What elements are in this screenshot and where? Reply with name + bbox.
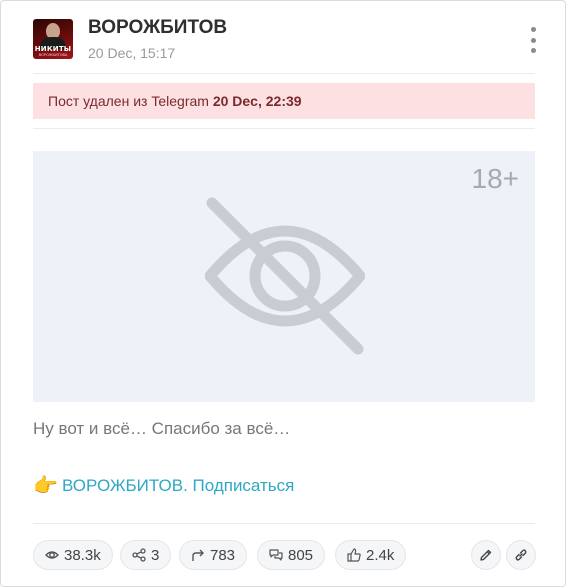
pointing-hand-icon: 👉 [33,475,58,497]
chain-link-icon [515,549,527,561]
subscribe-link[interactable]: 👉 ВОРОЖБИТОВ. Подписаться [33,473,294,498]
hidden-media[interactable]: 18+ [33,151,535,402]
views-counter[interactable]: 38.3k [33,540,113,570]
eye-slash-icon [205,197,365,355]
comments-count: 805 [288,546,314,564]
share-icon [132,548,146,562]
deleted-notice: Пост удален из Telegram 20 Dec, 22:39 [33,83,535,119]
channel-avatar[interactable]: НИКИТЫ ВОРОЖБИТОВА [33,19,73,59]
alert-divider [33,128,535,129]
forwards-count: 783 [210,546,236,564]
post-text: Ну вот и всё… Спасибо за всё… [33,419,291,438]
kebab-menu-icon[interactable] [523,27,543,53]
channel-name[interactable]: ВОРОЖБИТОВ [88,17,227,39]
copy-link-button[interactable] [506,540,536,570]
deleted-notice-date: 20 Dec, 22:39 [212,93,302,109]
subscribe-link-text[interactable]: ВОРОЖБИТОВ. Подписаться [62,476,294,496]
footer-divider [33,523,535,524]
header-divider [33,73,535,74]
deleted-notice-text: Пост удален из Telegram [48,93,213,109]
forwards-counter[interactable]: 783 [179,540,248,570]
pencil-icon [480,549,492,561]
eye-icon [45,551,59,559]
avatar-subcaption: ВОРОЖБИТОВА [38,53,68,57]
post-date[interactable]: 20 Dec, 15:17 [88,45,175,61]
views-count: 38.3k [64,546,101,564]
forward-icon [192,549,204,561]
comments-counter[interactable]: 805 [257,540,326,570]
shares-count: 3 [151,546,160,564]
reactions-count: 2.4k [366,546,395,564]
avatar-caption: НИКИТЫ [34,45,72,53]
post-card: НИКИТЫ ВОРОЖБИТОВА ВОРОЖБИТОВ 20 Dec, 15… [0,0,566,587]
comments-icon [269,549,283,561]
age-restriction-badge: 18+ [471,163,520,194]
edit-button[interactable] [471,540,501,570]
thumbs-up-icon [347,548,361,562]
shares-counter[interactable]: 3 [120,540,172,570]
reactions-counter[interactable]: 2.4k [335,540,407,570]
